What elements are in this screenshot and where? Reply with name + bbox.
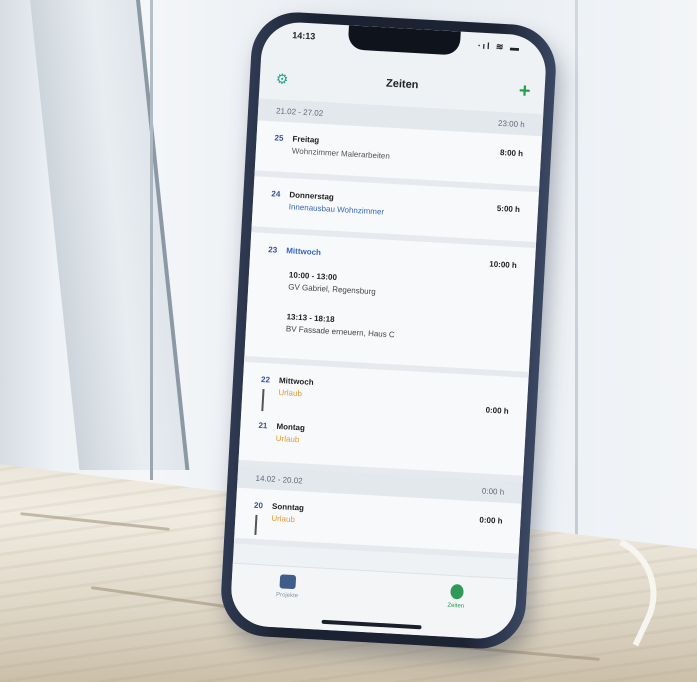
day-number: 22 (260, 374, 271, 385)
phone-screen: 14:13 ⋅ıl ≋ ▬ ⚙ Zeiten + 21.02 - 27.02 2… (229, 20, 548, 641)
week-range: 14.02 - 20.02 (255, 473, 303, 486)
week-total: 23:00 h (497, 118, 525, 130)
day-vacation-label: Urlaub (271, 513, 296, 525)
signal-wifi-battery-icon: ⋅ıl ≋ ▬ (477, 40, 522, 53)
day-number: 24 (271, 189, 281, 199)
day-number: 20 (253, 500, 264, 511)
day-number: 21 (258, 420, 268, 431)
day-hours: 5:00 h (496, 203, 521, 215)
folder-icon (279, 574, 297, 590)
day-number: 25 (274, 133, 284, 143)
day-row[interactable]: 22 Mittwoch Urlaub 0:00 h 21 Montag Urla… (238, 361, 529, 482)
wall-plank-seam (575, 0, 578, 560)
status-time: 14:13 (292, 30, 316, 42)
range-arrow-icon (261, 389, 265, 412)
day-number: 23 (268, 245, 278, 255)
day-name: Mittwoch (278, 375, 314, 387)
day-hours: 10:00 h (489, 259, 518, 271)
tab-projects-label: Projekte (275, 592, 299, 600)
day-row[interactable]: 23 Mittwoch 10:00 h 10:00 - 13:00 GV Gab… (244, 232, 536, 378)
tab-times[interactable]: Zeiten (426, 583, 487, 611)
day-vacation-label: Urlaub (278, 387, 303, 399)
day-hours: 8:00 h (499, 147, 524, 159)
add-time-button[interactable]: + (518, 80, 531, 103)
day-name: Mittwoch (286, 246, 322, 258)
day-name: Montag (276, 421, 306, 433)
entry-location: BV Fassade erneuern, Haus C (285, 324, 395, 340)
week-total: 0:00 h (481, 486, 505, 497)
stopwatch-icon (449, 583, 464, 600)
day-vacation-label: Urlaub (275, 433, 300, 445)
entry-time-range: 10:00 - 13:00 (288, 270, 338, 283)
tab-times-label: Zeiten (447, 602, 465, 610)
day-hours: 0:00 h (485, 405, 509, 416)
day-name: Freitag (292, 134, 320, 145)
tab-projects[interactable]: Projekte (257, 573, 318, 600)
home-indicator[interactable] (321, 619, 422, 630)
entry-location: GV Gabriel, Regensburg (288, 282, 377, 297)
week-range: 21.02 - 27.02 (275, 106, 324, 119)
time-list: 21.02 - 27.02 23:00 h 25 Freitag Wohnzim… (233, 98, 544, 560)
smartphone: 14:13 ⋅ıl ≋ ▬ ⚙ Zeiten + 21.02 - 27.02 2… (218, 9, 559, 652)
day-project: Wohnzimmer Malerarbeiten (291, 146, 391, 161)
day-project: Innenausbau Wohnzimmer (288, 202, 385, 217)
entry-time-range: 13:13 - 18:18 (286, 312, 335, 324)
range-arrow-icon (254, 514, 258, 535)
page-title: Zeiten (385, 77, 419, 92)
tab-bar: Projekte Zeiten (229, 562, 518, 641)
wall-plank-seam (150, 0, 153, 480)
day-name: Sonntag (271, 501, 305, 513)
day-name: Donnerstag (289, 190, 335, 202)
day-hours: 0:00 h (479, 515, 503, 526)
